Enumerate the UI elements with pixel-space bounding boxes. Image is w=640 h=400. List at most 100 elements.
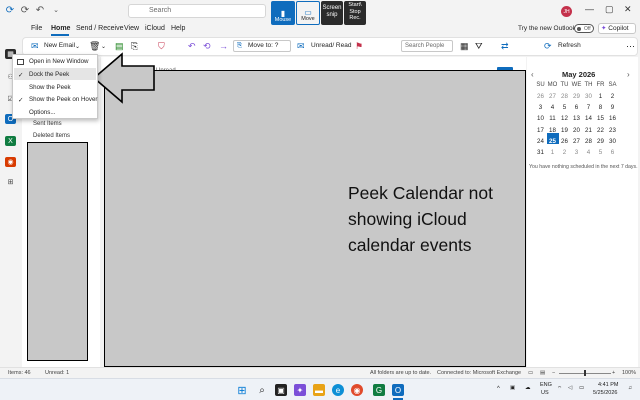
more-options-icon[interactable]: ⋯ [626,41,635,52]
calendar-day[interactable]: 28 [559,93,570,100]
more-apps-icon[interactable]: ⊞ [5,177,16,187]
view-reading-icon[interactable]: ▤ [540,370,545,376]
taskbar-time[interactable]: 4:41 PM [598,382,618,388]
copilot-button[interactable]: ✦ Copilot ⌄ [598,23,636,41]
calendar-day[interactable]: 3 [571,149,582,156]
task-view-icon[interactable]: ▣ [275,384,287,396]
reply-all-icon[interactable]: ⟲ [203,41,211,52]
calendar-day[interactable]: 2 [607,93,618,100]
calendar-day[interactable]: 17 [535,127,546,134]
calendar-day[interactable]: 8 [595,104,606,111]
address-book-icon[interactable]: ▦ [460,41,469,52]
search-input[interactable]: Search [128,4,266,18]
calendar-day[interactable]: 27 [571,138,582,145]
calendar-day[interactable]: 15 [595,115,606,122]
calendar-prev-icon[interactable]: ‹ [531,70,534,79]
apps-icon[interactable]: ⇄ [501,41,509,52]
tab-file[interactable]: File [31,25,42,32]
archive-icon[interactable]: ▤ [115,41,124,52]
calendar-day[interactable]: 19 [559,127,570,134]
copilot-app-icon[interactable]: ✦ [294,384,306,396]
zoom-slider-thumb[interactable] [584,370,586,376]
calendar-day[interactable]: 10 [535,115,546,122]
notification-bell-icon[interactable]: ♫ [628,385,632,391]
taskbar-lang[interactable]: ENG [540,382,552,388]
refresh-button[interactable]: Refresh [558,42,581,49]
calendar-day[interactable]: 13 [571,115,582,122]
calendar-day[interactable]: 4 [547,104,558,111]
calendar-day[interactable]: 7 [583,104,594,111]
calendar-day[interactable]: 26 [535,93,546,100]
new-email-button[interactable]: New Email [44,42,75,49]
calendar-day[interactable]: 24 [535,138,546,145]
close-icon[interactable]: ✕ [624,4,632,15]
wifi-icon[interactable]: ⌔ [557,385,562,392]
chevron-down-icon[interactable]: ⌄ [50,4,62,16]
calendar-day[interactable]: 31 [535,149,546,156]
calendar-day[interactable]: 14 [583,115,594,122]
office-icon[interactable]: ◉ [5,157,16,167]
menu-item-dock-the-peek[interactable]: Dock the Peek [29,71,69,78]
calendar-day[interactable]: 18 [547,127,558,134]
calendar-day[interactable]: 22 [595,127,606,134]
edge-icon[interactable]: e [332,384,344,396]
calendar-day[interactable]: 21 [583,127,594,134]
tab-help[interactable]: Help [171,25,185,32]
calendar-day[interactable]: 16 [607,115,618,122]
tab-send-receive[interactable]: Send / Receive [76,25,123,32]
windows-start-icon[interactable]: ⊞ [236,384,248,397]
tab-view[interactable]: View [124,25,139,32]
tab-home[interactable]: Home [51,25,70,32]
unread-read-button[interactable]: Unread/ Read [311,42,351,49]
file-explorer-icon[interactable]: ▬ [313,384,325,396]
undo-icon[interactable]: ↶ [34,4,46,16]
folder-sent-items[interactable]: Sent Items [33,121,62,127]
zoom-in-icon[interactable]: + [612,370,615,376]
reply-icon[interactable]: ↶ [188,41,196,52]
calendar-day[interactable]: 1 [547,149,558,156]
calendar-day[interactable]: 9 [607,104,618,111]
calendar-day[interactable]: 2 [559,149,570,156]
maximize-icon[interactable]: ▢ [605,4,614,15]
calendar-next-icon[interactable]: › [627,70,630,79]
menu-item-show-the-peek[interactable]: Show the Peek [29,84,71,91]
outlook-taskbar-icon[interactable]: O [392,384,404,396]
calendar-day[interactable]: 5 [595,149,606,156]
calendar-day[interactable]: 30 [607,138,618,145]
send-receive-icon[interactable]: ⟳ [19,4,31,16]
tab-icloud[interactable]: iCloud [145,25,165,32]
calendar-day[interactable]: 6 [607,149,618,156]
zoom-out-icon[interactable]: − [552,370,555,376]
taskbar-date[interactable]: 5/25/2026 [593,390,617,396]
avatar[interactable]: JH [561,6,572,17]
search-people-input[interactable]: Search People [401,40,453,52]
chrome-icon[interactable]: ◉ [351,384,363,396]
excel-icon[interactable]: X [5,136,16,146]
calendar-day[interactable]: 29 [595,138,606,145]
delete-icon[interactable]: 🗑 [89,41,100,52]
calendar-day[interactable]: 6 [571,104,582,111]
move-icon[interactable]: ⎘ [131,41,138,52]
flag-icon[interactable]: ⚑ [355,41,363,52]
greenshot-icon[interactable]: G [373,384,385,396]
minimize-icon[interactable]: — [585,4,594,14]
view-normal-icon[interactable]: ▭ [528,370,533,376]
calendar-day[interactable]: 20 [571,127,582,134]
calendar-day[interactable]: 1 [595,93,606,100]
calendar-day[interactable]: 23 [607,127,618,134]
calendar-day[interactable]: 28 [583,138,594,145]
calendar-day[interactable]: 29 [571,93,582,100]
forward-icon[interactable]: → [219,41,228,51]
calendar-day[interactable]: 3 [535,104,546,111]
zoom-level[interactable]: 100% [622,370,636,376]
report-icon[interactable]: ⛉ [158,41,165,52]
calendar-day[interactable]: 30 [583,93,594,100]
taskbar-region[interactable]: US [541,390,549,396]
calendar-day[interactable]: 26 [559,138,570,145]
menu-item-open-in-new-window[interactable]: Open in New Window [29,58,89,65]
tray-cloud-icon[interactable]: ☁ [525,385,531,391]
calendar-day[interactable]: 12 [559,115,570,122]
chevron-down-icon[interactable]: ⌄ [101,43,106,50]
calendar-day[interactable]: 4 [583,149,594,156]
tray-overflow-icon[interactable]: ^ [497,386,500,392]
